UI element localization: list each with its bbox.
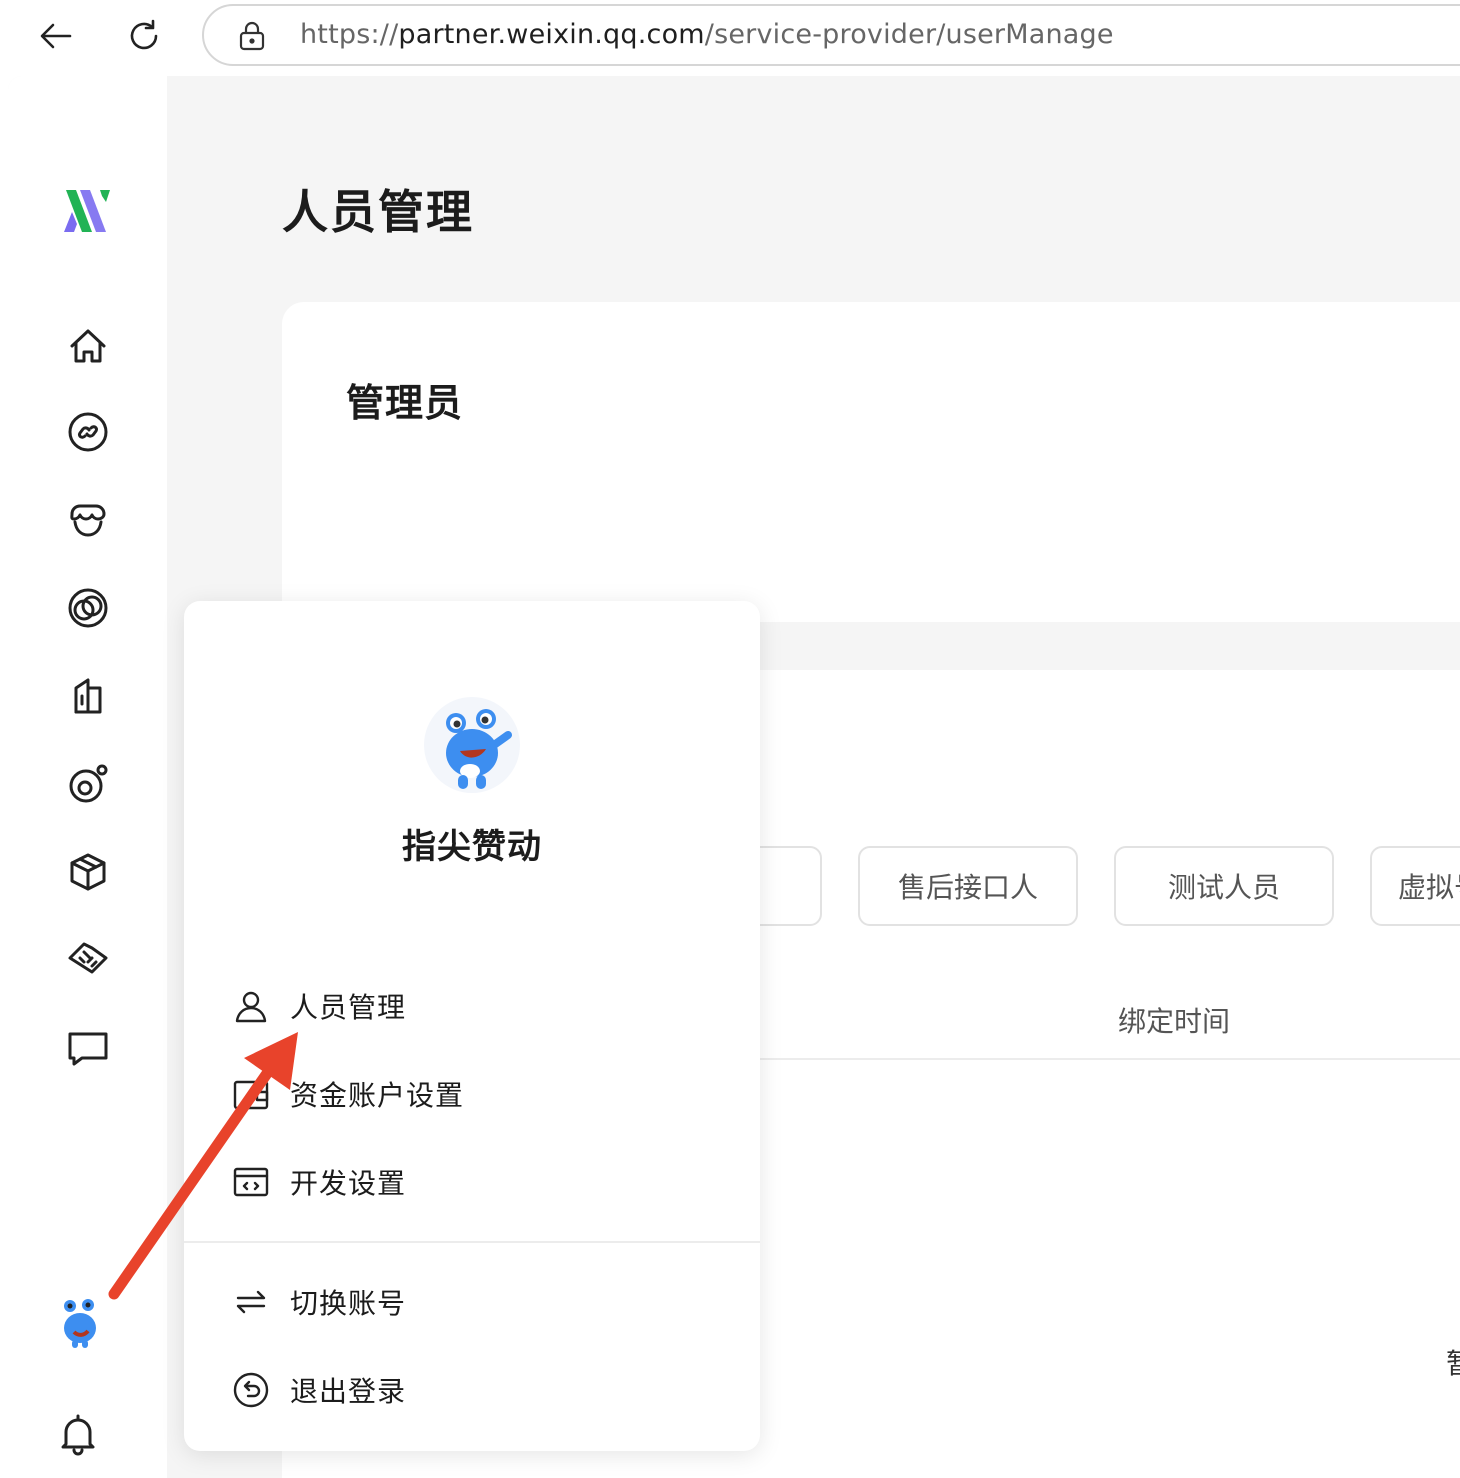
code-window-icon (233, 1167, 269, 1197)
logout-icon (233, 1372, 269, 1408)
menu-item-label: 切换账号 (290, 1287, 407, 1320)
box-icon[interactable] (64, 848, 112, 896)
menu-item-label: 资金账户设置 (290, 1079, 465, 1112)
address-bar[interactable]: https://partner.weixin.qq.com/service-pr… (202, 4, 1460, 66)
reload-icon (130, 19, 158, 50)
account-popup-menu: 指尖赞动 人员管理 资金账户设置 开发设置 切换账号 退出登录 (184, 601, 760, 1451)
empty-state-text: 暂 (1446, 1342, 1460, 1382)
role-tab-aftersales[interactable]: 售后接口人 (858, 846, 1078, 926)
lock-icon (239, 21, 265, 51)
switch-icon (236, 1290, 266, 1314)
admin-card-title: 管理员 (346, 381, 464, 425)
user-icon (235, 991, 267, 1023)
menu-item-logout[interactable]: 退出登录 (232, 1365, 406, 1415)
link-icon[interactable] (64, 408, 112, 456)
store-icon[interactable] (64, 496, 112, 544)
sidebar (8, 76, 167, 1478)
menu-item-user-management[interactable]: 人员管理 (232, 981, 406, 1031)
reload-button[interactable] (122, 14, 166, 58)
bell-icon[interactable] (54, 1410, 102, 1458)
url-text[interactable]: https://partner.weixin.qq.com/service-pr… (300, 19, 1114, 50)
wallet-icon (233, 1080, 269, 1110)
weixin-partner-logo (64, 190, 110, 232)
circles-icon[interactable] (64, 584, 112, 632)
building-icon[interactable] (64, 672, 112, 720)
back-arrow-icon (40, 23, 72, 49)
home-icon[interactable] (64, 322, 112, 370)
menu-item-dev-settings[interactable]: 开发设置 (232, 1157, 406, 1207)
page-title: 人员管理 (282, 185, 474, 239)
browser-toolbar: https://partner.weixin.qq.com/service-pr… (0, 0, 1460, 74)
orbit-icon[interactable] (64, 760, 112, 808)
avatar[interactable] (58, 1298, 102, 1350)
account-name: 指尖赞动 (402, 827, 542, 867)
menu-divider (184, 1241, 760, 1243)
menu-item-switch-account[interactable]: 切换账号 (232, 1277, 406, 1327)
menu-item-label: 开发设置 (290, 1167, 407, 1200)
role-tab-virtual[interactable]: 虚拟号 (1370, 846, 1460, 926)
message-icon[interactable] (64, 1024, 112, 1072)
admin-card: 管理员 (282, 302, 1460, 622)
menu-item-label: 人员管理 (290, 991, 407, 1024)
menu-item-fund-account[interactable]: 资金账户设置 (232, 1069, 464, 1119)
frog-mascot-icon (446, 709, 512, 789)
handshake-icon[interactable] (64, 934, 112, 982)
role-tab-testers[interactable]: 测试人员 (1114, 846, 1334, 926)
back-button[interactable] (34, 14, 78, 58)
menu-item-label: 退出登录 (290, 1375, 407, 1408)
account-avatar (424, 697, 520, 793)
column-header-bind-time: 绑定时间 (1118, 1005, 1231, 1038)
